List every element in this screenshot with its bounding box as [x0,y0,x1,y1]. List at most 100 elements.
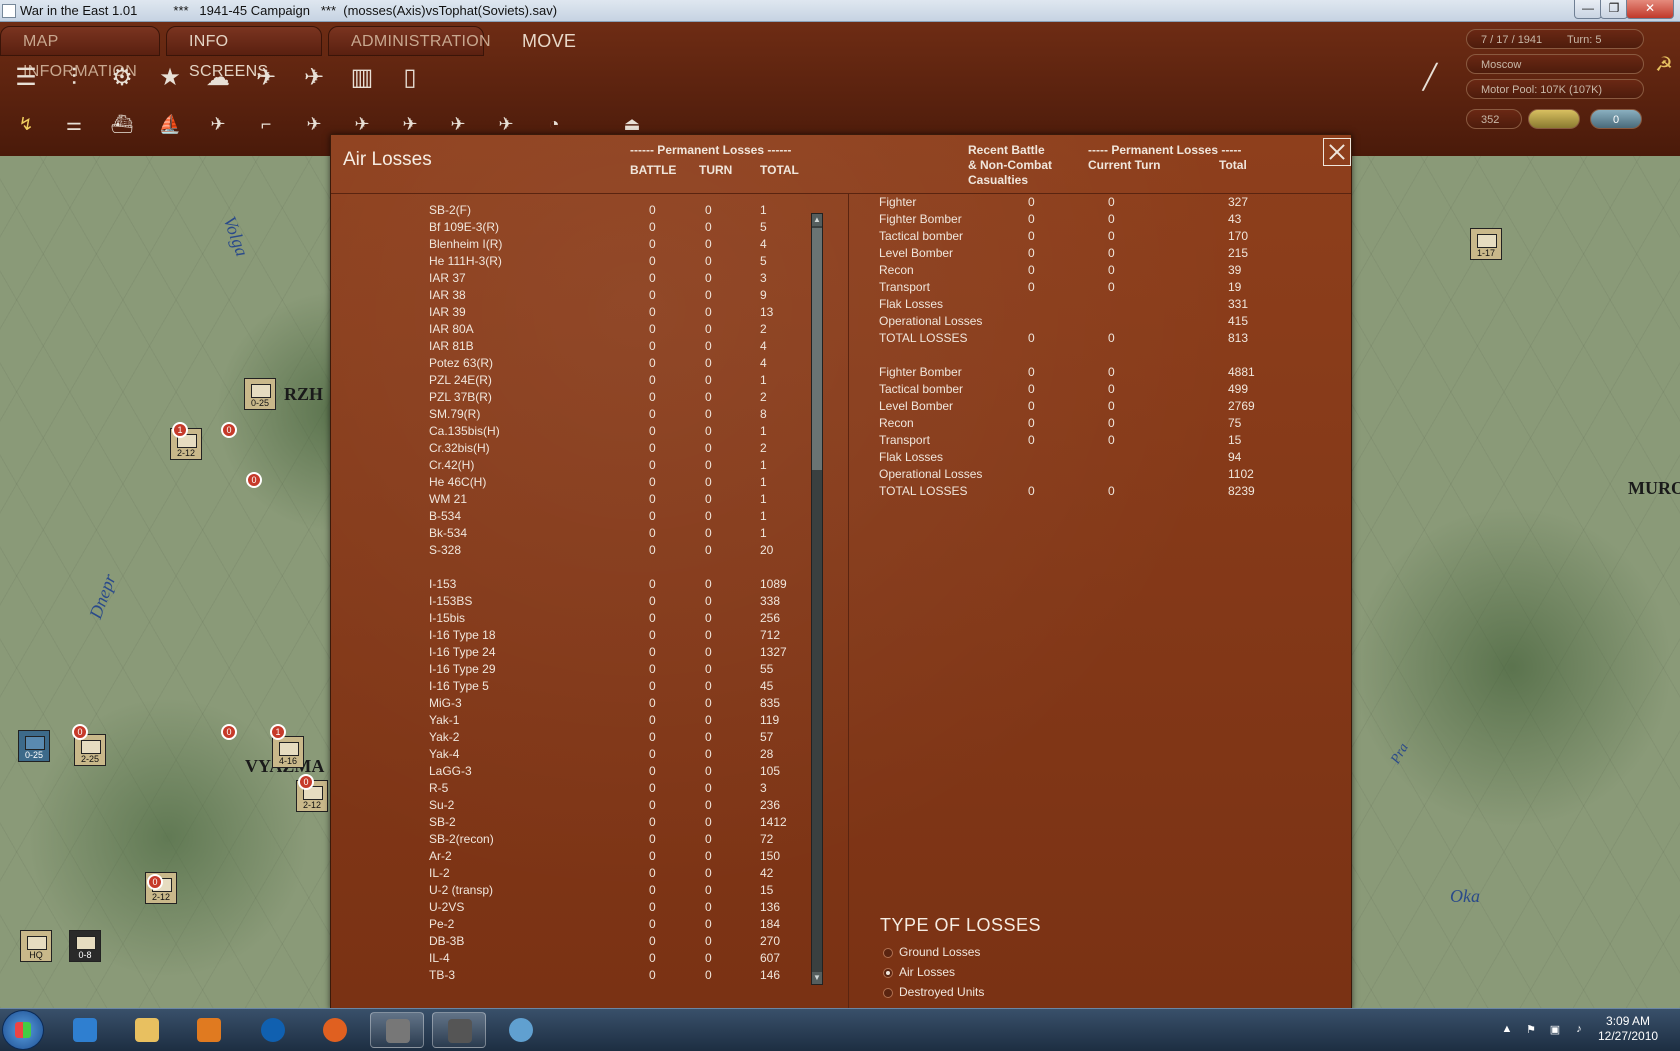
tab-move[interactable]: MOVE [500,26,600,56]
table-row[interactable]: R-5 0 0 3 [331,781,831,798]
table-row[interactable]: IL-2 0 0 42 [331,866,831,883]
air-unit-icon[interactable]: ✈ [248,60,284,96]
table-row[interactable]: I-16 Type 18 0 0 712 [331,628,831,645]
close-window-button[interactable]: ✕ [1626,0,1674,19]
minimize-button[interactable]: — [1574,0,1602,19]
recent-casualties: 0 [1028,195,1035,209]
battle-losses: 0 [649,577,656,591]
table-row[interactable]: Yak-1 0 0 119 [331,713,831,730]
loss-category: Level Bomber [879,399,954,413]
total-losses: 43 [1228,212,1242,226]
table-row[interactable]: Yak-2 0 0 57 [331,730,831,747]
start-button[interactable] [2,1010,44,1050]
taskbar-wite-game[interactable] [432,1012,486,1048]
table-row[interactable]: IL-4 0 0 607 [331,951,831,968]
table-row[interactable]: Ar-2 0 0 150 [331,849,831,866]
taskbar-paint[interactable] [494,1012,548,1048]
unit-counter[interactable]: 1-17 [1470,228,1502,260]
total-losses: 236 [760,798,781,812]
table-row[interactable]: MiG-3 0 0 835 [331,696,831,713]
table-row[interactable]: Yak-4 0 0 28 [331,747,831,764]
tray-expand-icon[interactable]: ▲ [1500,1023,1514,1037]
radio-dot[interactable] [883,988,893,998]
table-row[interactable]: U-2 (transp) 0 0 15 [331,883,831,900]
turn-losses: 0 [705,594,712,608]
table-row[interactable]: Pe-2 0 0 184 [331,917,831,934]
table-row[interactable]: SB-2 0 0 1412 [331,815,831,832]
river-label: Dnepr [85,571,120,622]
scroll-down-arrow-icon[interactable]: ▼ [812,972,822,984]
weather-icon[interactable]: ☁ [200,60,236,96]
table-row[interactable]: I-15bis 0 0 256 [331,611,831,628]
taskbar-internet-explorer[interactable] [58,1012,112,1048]
rail-icon[interactable]: ⚌ [56,106,92,142]
gear-icon[interactable]: ⚙ [104,60,140,96]
table-row[interactable] [331,560,831,577]
table-row[interactable]: S-328 0 0 20 [331,543,831,560]
units-icon[interactable]: ⫶ [56,60,92,96]
total-losses: 1412 [760,815,787,829]
aircraft-name: Yak-2 [429,730,460,744]
table-row[interactable]: U-2VS 0 0 136 [331,900,831,917]
maximize-button[interactable]: ❐ [1600,0,1628,19]
ship-icon[interactable]: ⛵ [152,106,188,142]
scroll-thumb[interactable] [812,228,822,470]
table-row[interactable]: DB-3B 0 0 270 [331,934,831,951]
unit-counter[interactable]: 0-8 [69,930,101,962]
taskbar-hp[interactable] [246,1012,300,1048]
air-transfer-icon[interactable]: ✈ [200,106,236,142]
table-row[interactable]: I-153BS 0 0 338 [331,594,831,611]
table-row[interactable]: B-534 0 0 1 [331,509,831,526]
wite-editor-icon [386,1019,410,1043]
table-row[interactable]: Su-2 0 0 236 [331,798,831,815]
scroll-up-arrow-icon[interactable]: ▲ [812,214,822,226]
loss-category: Recon [879,416,914,430]
move-mode-icon[interactable]: ↯ [8,106,44,142]
taskbar-explorer[interactable] [120,1012,174,1048]
unit-counter[interactable]: 4-16 [272,736,304,768]
current-turn-column-header: Current Turn [1088,158,1161,172]
table-row[interactable]: SB-2(recon) 0 0 72 [331,832,831,849]
stack-icon[interactable]: ☰ [8,60,44,96]
table-row[interactable]: TB-3 0 0 146 [331,968,831,985]
tray-flag-icon[interactable]: ⚑ [1524,1023,1538,1037]
current-turn-losses: 0 [1108,280,1115,294]
loss-category: TOTAL LOSSES [879,484,968,498]
table-row[interactable]: I-153 0 0 1089 [331,577,831,594]
window-title-bar: War in the East 1.01 *** 1941-45 Campaig… [0,0,1680,22]
tab-administration[interactable]: ADMINISTRATION [328,26,491,56]
air-mission-icon[interactable]: ✈ [296,60,332,96]
total-losses: 327 [1228,195,1249,209]
table-row[interactable]: I-16 Type 5 0 0 45 [331,679,831,696]
radio-dot[interactable] [883,968,893,978]
taskbar-firefox[interactable] [308,1012,362,1048]
table-row[interactable]: I-16 Type 29 0 0 55 [331,662,831,679]
tray-display-icon[interactable]: ▣ [1548,1023,1562,1037]
airbase-icon[interactable]: ⌐ [248,106,284,142]
table-row[interactable]: LaGG-3 0 0 105 [331,764,831,781]
taskbar-media-player[interactable] [182,1012,236,1048]
list-scrollbar[interactable]: ▲ ▼ [811,213,823,985]
taskbar-clock[interactable]: 3:09 AM 12/27/2010 [1598,1014,1658,1044]
naval-icon[interactable]: ⛴ [104,106,140,142]
total-losses: 28 [760,747,774,761]
tray-volume-icon[interactable]: ♪ [1572,1023,1586,1037]
unit-counter[interactable]: 0-25 [18,730,50,762]
table-row[interactable]: I-16 Type 24 0 0 1327 [331,645,831,662]
radio-dot[interactable] [883,948,893,958]
taskbar-wite-editor[interactable] [370,1012,424,1048]
table-row[interactable]: Bk-534 0 0 1 [331,526,831,543]
total-losses: 215 [1228,246,1249,260]
star-icon[interactable]: ★ [152,60,188,96]
tab-info-screens[interactable]: INFO SCREENS [166,26,322,80]
close-dialog-button[interactable] [1323,138,1351,166]
supply-icon[interactable]: ▥ [344,60,380,96]
pencil-icon[interactable]: ╱ [1412,60,1448,96]
tab-map-information[interactable]: MAP INFORMATION [0,26,160,80]
unit-counter[interactable]: 0-25 [244,378,276,410]
air-attack-icon[interactable]: ✈ [296,106,332,142]
report-icon[interactable]: ▯ [392,60,428,96]
aircraft-name: Bk-534 [429,526,468,540]
unit-badge: 1 [172,422,188,438]
turn-losses: 0 [705,747,712,761]
